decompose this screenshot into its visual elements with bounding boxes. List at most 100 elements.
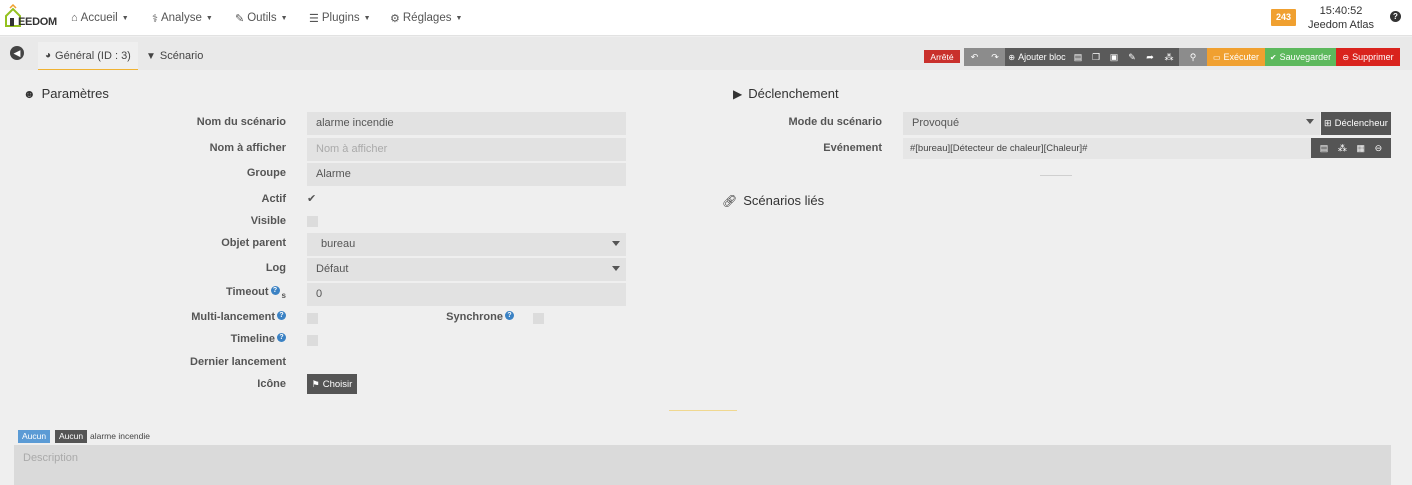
timeline-checkbox[interactable] [307, 335, 318, 346]
search-icon[interactable]: ⚲ [1179, 48, 1207, 66]
image-icon[interactable]: ▣ [1105, 48, 1123, 66]
params-title: ☻ Paramètres [23, 86, 109, 101]
timeout-unit: s [281, 291, 286, 301]
tab-general-label: Général (ID : 3) [55, 49, 131, 62]
log-label: Log [265, 262, 286, 274]
undo-icon[interactable]: ↶ [964, 48, 985, 66]
display-name-input[interactable]: Nom à afficher [307, 138, 626, 161]
nav-outils-label: Outils [247, 12, 277, 24]
caret-down-icon [612, 266, 620, 271]
trigger-title-text: Déclenchement [748, 86, 839, 101]
timeout-input[interactable]: 0 [307, 283, 626, 306]
clock-widget[interactable]: 15:40:52 Jeedom Atlas [1300, 4, 1382, 32]
jeedom-logo[interactable]: EEDOM [4, 3, 58, 32]
sync-checkbox[interactable] [533, 313, 544, 324]
cubes-icon[interactable]: ⁂ [1338, 143, 1347, 154]
nav-analyse-label: Analyse [160, 12, 202, 24]
help-icon[interactable]: ? [1390, 11, 1401, 22]
parent-object-label: Objet parent [221, 237, 286, 249]
icon-label: Icône [257, 378, 286, 390]
redo-icon[interactable]: ↷ [985, 48, 1005, 66]
scenario-name-input[interactable]: alarme incendie [307, 112, 626, 135]
nav-plugins[interactable]: ☰ Plugins ▼ [309, 0, 371, 36]
parent-object-value: bureau [321, 238, 356, 250]
file-icon[interactable]: ▤ [1069, 48, 1087, 66]
choose-icon-button[interactable]: ⚑ Choisir [307, 374, 357, 394]
add-block-button[interactable]: ⊕ Ajouter bloc [1005, 48, 1069, 66]
group-label: Groupe [246, 167, 286, 179]
description-textarea[interactable]: Description [14, 445, 1391, 485]
timeline-text: Timeline [230, 333, 275, 345]
display-name-label: Nom à afficher [209, 142, 286, 154]
timeout-label-text: Timeout [225, 286, 269, 298]
nav-reglages-label: Réglages [402, 12, 452, 24]
linked-title-text: Scénarios liés [743, 193, 825, 208]
status-badge: Arrêté [924, 50, 960, 63]
active-checkbox[interactable]: ✔ [307, 192, 316, 205]
home-icon: ⌂ [71, 12, 78, 24]
multi-launch-checkbox[interactable] [307, 313, 318, 324]
delete-button[interactable]: ⊖ Supprimer [1336, 48, 1400, 66]
nav-outils[interactable]: ✎ Outils ▼ [235, 0, 288, 36]
help-question-icon[interactable]: ? [505, 311, 514, 320]
add-block-label: Ajouter bloc [1018, 52, 1066, 62]
caret-down-icon: ▼ [121, 14, 129, 22]
parent-object-select[interactable]: bureau [307, 233, 626, 256]
multi-launch-label: Multi-lancement? [150, 311, 286, 323]
nav-reglages[interactable]: ⚙ Réglages ▼ [390, 0, 462, 36]
users-icon: ☻ [23, 86, 36, 101]
timeline-label: Timeline? [150, 333, 286, 345]
delete-label: Supprimer [1352, 52, 1394, 62]
linked-title: 🔗︎ Scénarios liés [722, 193, 824, 208]
copy-icon[interactable]: ❐ [1087, 48, 1105, 66]
divider [669, 410, 737, 411]
play-circle-icon: ▶ [733, 86, 743, 101]
trigger-button-label: Déclencheur [1334, 118, 1388, 129]
event-label: Evénement [823, 142, 882, 154]
save-label: Sauvegarder [1279, 52, 1332, 62]
message-count-badge[interactable]: 243 [1271, 9, 1296, 26]
tab-scenario[interactable]: ▼ Scénario [139, 42, 210, 70]
event-input[interactable]: #[bureau][Détecteur de chaleur][Chaleur]… [903, 138, 1311, 159]
tab-scenario-label: Scénario [159, 50, 204, 62]
mode-value: Provoqué [912, 117, 960, 129]
trigger-title: ▶ Déclenchement [733, 86, 839, 101]
divider [1040, 175, 1072, 176]
event-actions: ▤ ⁂ ▦ ⊖ [1311, 138, 1391, 158]
remove-circle-icon[interactable]: ⊖ [1375, 143, 1383, 154]
edit-icon[interactable]: ✎ [1123, 48, 1141, 66]
list-icon: ☰ [309, 12, 319, 25]
logo-text: EEDOM [18, 16, 57, 28]
timeout-label: Timeout ?s [150, 286, 286, 300]
list-alt-icon[interactable]: ▤ [1320, 143, 1329, 154]
nav-accueil[interactable]: ⌂ Accueil ▼ [71, 0, 129, 36]
execute-button[interactable]: ▭ Exécuter [1207, 48, 1265, 66]
clock-time: 15:40:52 [1319, 5, 1363, 17]
calculator-icon[interactable]: ▦ [1357, 143, 1366, 154]
tab-general[interactable]: ◕ Général (ID : 3) [38, 42, 138, 70]
minus-circle-icon: ⊖ [1342, 52, 1350, 62]
help-question-icon[interactable]: ? [277, 333, 286, 342]
visible-label: Visible [250, 215, 286, 227]
help-question-icon[interactable]: ? [277, 311, 286, 320]
last-launch-label: Dernier lancement [190, 356, 286, 368]
help-question-icon[interactable]: ? [270, 286, 280, 295]
group-input[interactable]: Alarme [307, 163, 626, 186]
choose-label: Choisir [322, 378, 353, 390]
mode-label: Mode du scénario [788, 116, 882, 128]
add-trigger-button[interactable]: ⊞ Déclencheur [1321, 112, 1391, 135]
active-label: Actif [261, 193, 286, 205]
sync-label: Synchrone? [420, 311, 514, 323]
nav-analyse[interactable]: ⚕ Analyse ▼ [152, 0, 213, 36]
sitemap-icon[interactable]: ⁂ [1159, 48, 1179, 66]
visible-checkbox[interactable] [307, 216, 318, 227]
share-icon[interactable]: ➦ [1141, 48, 1159, 66]
dashboard-icon: ◕ [45, 50, 52, 61]
sync-text: Synchrone [446, 311, 503, 323]
mode-select[interactable]: Provoqué [903, 112, 1320, 135]
wrench-icon: ✎ [235, 12, 245, 25]
log-select[interactable]: Défaut [307, 258, 626, 281]
save-button[interactable]: ✔ Sauvegarder [1265, 48, 1336, 66]
flag-icon: ⚑ [311, 378, 320, 389]
back-arrow-icon[interactable]: ◀ [10, 46, 24, 60]
